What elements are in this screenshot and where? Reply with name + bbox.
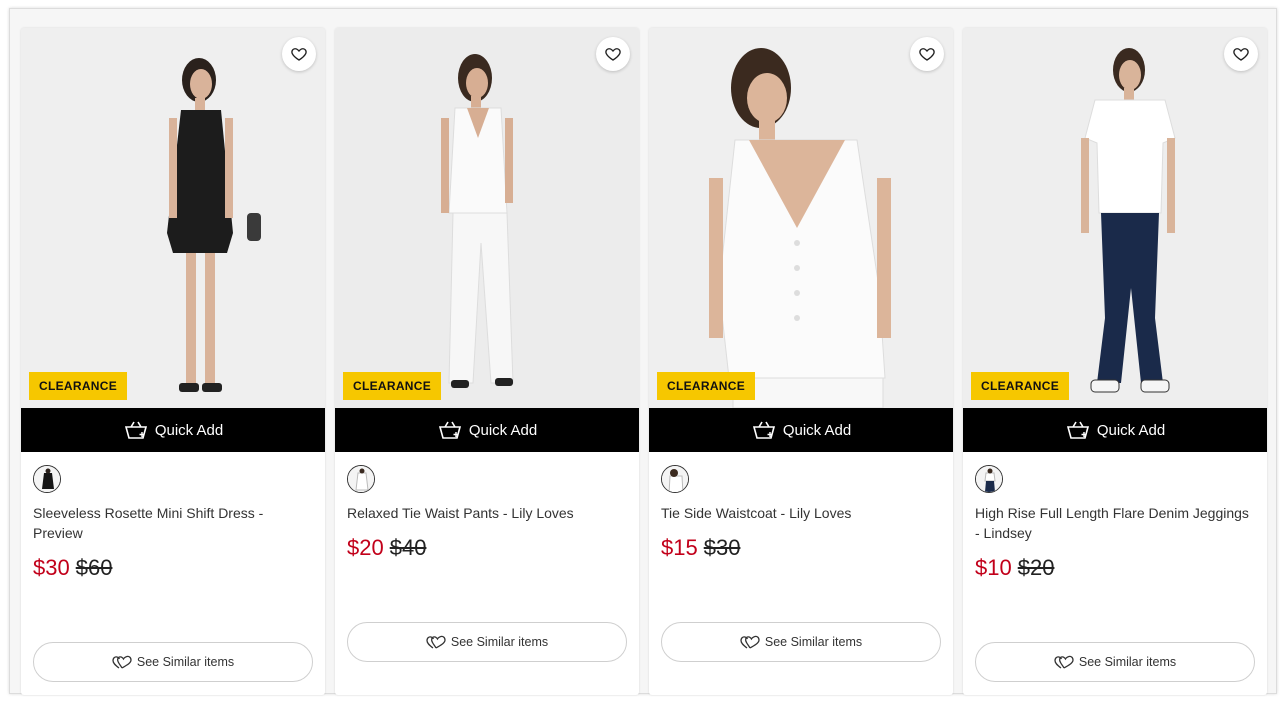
- see-similar-label: See Similar items: [1078, 655, 1177, 669]
- sale-price: $10: [975, 555, 1012, 580]
- wishlist-button[interactable]: [282, 37, 316, 71]
- product-grid: CLEARANCE Quick Add Sleeveless Rosette M…: [9, 8, 1277, 695]
- quick-add-button[interactable]: Quick Add: [335, 408, 639, 452]
- product-image[interactable]: CLEARANCE: [649, 28, 953, 408]
- see-similar-label: See Similar items: [450, 635, 549, 649]
- product-card[interactable]: CLEARANCE Quick Add Tie Side Waistcoat -…: [649, 28, 953, 695]
- similar-hearts-icon: [112, 655, 132, 669]
- color-swatch[interactable]: [347, 465, 375, 493]
- quick-add-button[interactable]: Quick Add: [963, 408, 1267, 452]
- product-card[interactable]: CLEARANCE Quick Add High Rise Full Lengt…: [963, 28, 1267, 695]
- clearance-badge: CLEARANCE: [657, 372, 756, 400]
- basket-icon: [438, 421, 461, 439]
- see-similar-button[interactable]: See Similar items: [661, 622, 941, 662]
- product-image[interactable]: CLEARANCE: [963, 28, 1267, 408]
- sale-price: $20: [347, 535, 384, 560]
- price: $15 $30: [661, 535, 740, 561]
- similar-hearts-icon: [1054, 655, 1074, 669]
- heart-icon: [1233, 48, 1249, 61]
- price: $20 $40: [347, 535, 426, 561]
- heart-icon: [919, 48, 935, 61]
- product-card[interactable]: CLEARANCE Quick Add Relaxed Tie Waist Pa…: [335, 28, 639, 695]
- sale-price: $30: [33, 555, 70, 580]
- quick-add-label: Quick Add: [154, 421, 224, 439]
- wishlist-button[interactable]: [596, 37, 630, 71]
- product-card[interactable]: CLEARANCE Quick Add Sleeveless Rosette M…: [21, 28, 325, 695]
- product-title[interactable]: Relaxed Tie Waist Pants - Lily Loves: [347, 503, 627, 523]
- color-swatch[interactable]: [33, 465, 61, 493]
- see-similar-label: See Similar items: [764, 635, 863, 649]
- color-swatch[interactable]: [975, 465, 1003, 493]
- heart-icon: [605, 48, 621, 61]
- basket-icon: [124, 421, 147, 439]
- product-title[interactable]: Sleeveless Rosette Mini Shift Dress - Pr…: [33, 503, 313, 543]
- quick-add-label: Quick Add: [1096, 421, 1166, 439]
- original-price: $30: [703, 535, 741, 560]
- original-price: $40: [389, 535, 427, 560]
- wishlist-button[interactable]: [910, 37, 944, 71]
- product-title[interactable]: High Rise Full Length Flare Denim Jeggin…: [975, 503, 1255, 543]
- wishlist-button[interactable]: [1224, 37, 1258, 71]
- see-similar-button[interactable]: See Similar items: [347, 622, 627, 662]
- see-similar-button[interactable]: See Similar items: [33, 642, 313, 682]
- product-title[interactable]: Tie Side Waistcoat - Lily Loves: [661, 503, 941, 523]
- see-similar-label: See Similar items: [136, 655, 235, 669]
- clearance-badge: CLEARANCE: [29, 372, 128, 400]
- clearance-badge: CLEARANCE: [343, 372, 442, 400]
- similar-hearts-icon: [426, 635, 446, 649]
- product-image[interactable]: CLEARANCE: [335, 28, 639, 408]
- price: $30 $60: [33, 555, 112, 581]
- quick-add-button[interactable]: Quick Add: [649, 408, 953, 452]
- clearance-badge: CLEARANCE: [971, 372, 1070, 400]
- quick-add-label: Quick Add: [782, 421, 852, 439]
- similar-hearts-icon: [740, 635, 760, 649]
- basket-icon: [752, 421, 775, 439]
- product-image[interactable]: CLEARANCE: [21, 28, 325, 408]
- color-swatch[interactable]: [661, 465, 689, 493]
- quick-add-button[interactable]: Quick Add: [21, 408, 325, 452]
- heart-icon: [291, 48, 307, 61]
- price: $10 $20: [975, 555, 1054, 581]
- see-similar-button[interactable]: See Similar items: [975, 642, 1255, 682]
- quick-add-label: Quick Add: [468, 421, 538, 439]
- original-price: $60: [75, 555, 113, 580]
- sale-price: $15: [661, 535, 698, 560]
- original-price: $20: [1017, 555, 1055, 580]
- basket-icon: [1066, 421, 1089, 439]
